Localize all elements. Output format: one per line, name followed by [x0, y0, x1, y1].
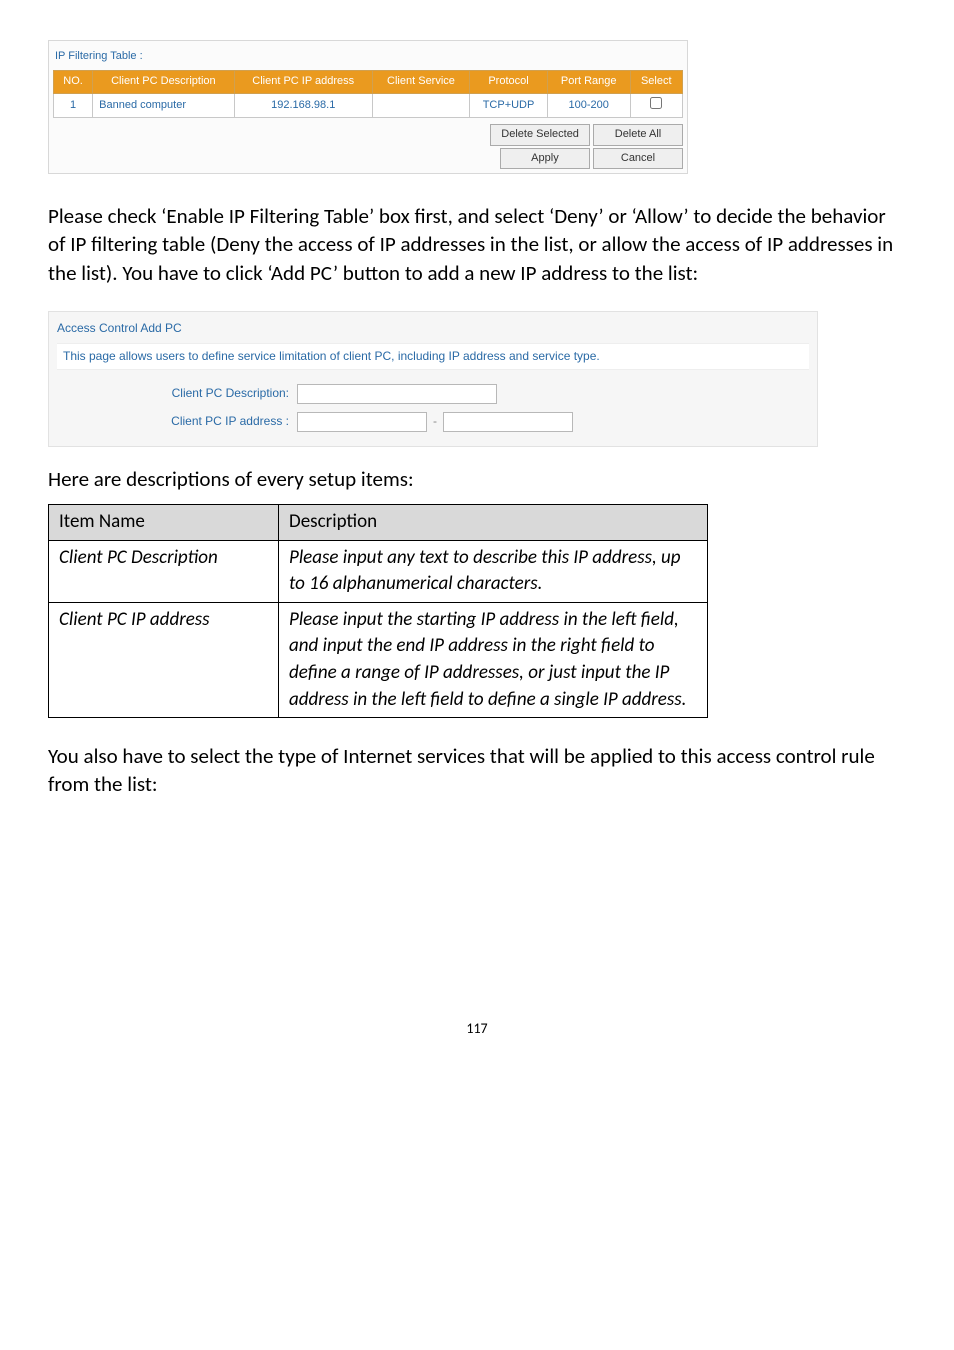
cell-ip: 192.168.98.1: [234, 93, 372, 117]
table-row: Client PC Description Please input any t…: [49, 540, 708, 602]
delete-selected-button[interactable]: Delete Selected: [490, 124, 590, 145]
client-desc-input[interactable]: [297, 384, 497, 404]
ip-filtering-table: NO. Client PC Description Client PC IP a…: [53, 70, 683, 118]
table-row: 1 Banned computer 192.168.98.1 TCP+UDP 1…: [54, 93, 683, 117]
cell-protocol: TCP+UDP: [470, 93, 548, 117]
cell-description: Please input the starting IP address in …: [279, 602, 708, 717]
col-desc: Client PC Description: [93, 71, 234, 93]
paragraph-1: Please check ‘Enable IP Filtering Table’…: [48, 202, 906, 287]
col-protocol: Protocol: [470, 71, 548, 93]
cancel-button[interactable]: Cancel: [593, 148, 683, 169]
cell-item-name: Client PC Description: [49, 540, 279, 602]
label-client-ip: Client PC IP address :: [117, 413, 297, 430]
ip-filtering-caption: IP Filtering Table :: [53, 45, 683, 70]
cell-item-name: Client PC IP address: [49, 602, 279, 717]
cell-range: 100-200: [547, 93, 630, 117]
client-ip-start-input[interactable]: [297, 412, 427, 432]
row-client-desc: Client PC Description:: [57, 380, 809, 408]
ip-filtering-table-panel: IP Filtering Table : NO. Client PC Descr…: [48, 40, 688, 174]
col-select: Select: [630, 71, 683, 93]
add-pc-panel: Access Control Add PC This page allows u…: [48, 311, 818, 447]
setup-items-table: Item Name Description Client PC Descript…: [48, 504, 708, 718]
ip-filtering-actions: Delete Selected Delete All Apply Cancel: [53, 118, 683, 169]
page-number: 117: [48, 1019, 906, 1039]
cell-select: [630, 93, 683, 117]
col-service: Client Service: [372, 71, 469, 93]
table-row: Client PC IP address Please input the st…: [49, 602, 708, 717]
add-pc-title: Access Control Add PC: [57, 318, 809, 343]
delete-all-button[interactable]: Delete All: [593, 124, 683, 145]
col-ip: Client PC IP address: [234, 71, 372, 93]
row-select-checkbox[interactable]: [650, 97, 662, 109]
cell-description: Please input any text to describe this I…: [279, 540, 708, 602]
cell-service: [372, 93, 469, 117]
apply-button[interactable]: Apply: [500, 148, 590, 169]
header-description: Description: [279, 504, 708, 540]
label-client-desc: Client PC Description:: [117, 385, 297, 402]
paragraph-2: You also have to select the type of Inte…: [48, 742, 906, 799]
col-no: NO.: [54, 71, 93, 93]
client-ip-end-input[interactable]: [443, 412, 573, 432]
lead-2: Here are descriptions of every setup ite…: [48, 465, 906, 494]
add-pc-description: This page allows users to define service…: [57, 343, 809, 370]
ip-separator: -: [427, 413, 443, 430]
row-client-ip: Client PC IP address : -: [57, 408, 809, 436]
cell-no: 1: [54, 93, 93, 117]
header-item-name: Item Name: [49, 504, 279, 540]
col-portrange: Port Range: [547, 71, 630, 93]
cell-desc: Banned computer: [93, 93, 234, 117]
